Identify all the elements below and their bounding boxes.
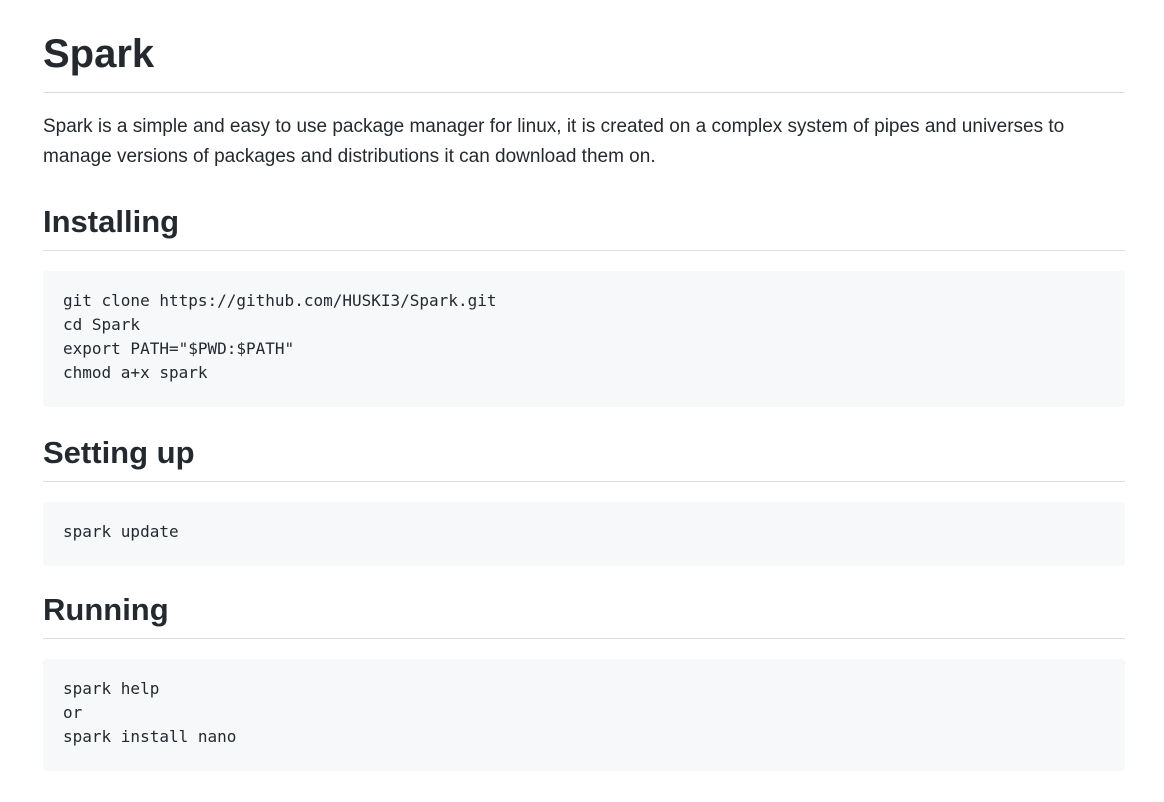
code-block-installing[interactable]: git clone https://github.com/HUSKI3/Spar… [43, 271, 1125, 407]
code-line: or [63, 703, 83, 722]
code-line: spark help [63, 679, 160, 698]
code-line: chmod a+x spark [63, 363, 208, 382]
code-block-setting-up[interactable]: spark update [43, 502, 1125, 566]
readme-article: Spark Spark is a simple and easy to use … [0, 0, 1164, 771]
code-line: export PATH="$PWD:$PATH" [63, 339, 295, 358]
page-title: Spark [43, 0, 1125, 93]
code-line: git clone https://github.com/HUSKI3/Spar… [63, 291, 497, 310]
section-heading-installing: Installing [43, 203, 1125, 251]
code-line: spark install nano [63, 727, 237, 746]
section-heading-running: Running [43, 591, 1125, 639]
code-block-running[interactable]: spark help or spark install nano [43, 659, 1125, 771]
intro-paragraph: Spark is a simple and easy to use packag… [43, 116, 1065, 167]
code-line: cd Spark [63, 315, 141, 334]
section-heading-setting-up: Setting up [43, 434, 1125, 482]
code-line: spark update [63, 522, 179, 541]
